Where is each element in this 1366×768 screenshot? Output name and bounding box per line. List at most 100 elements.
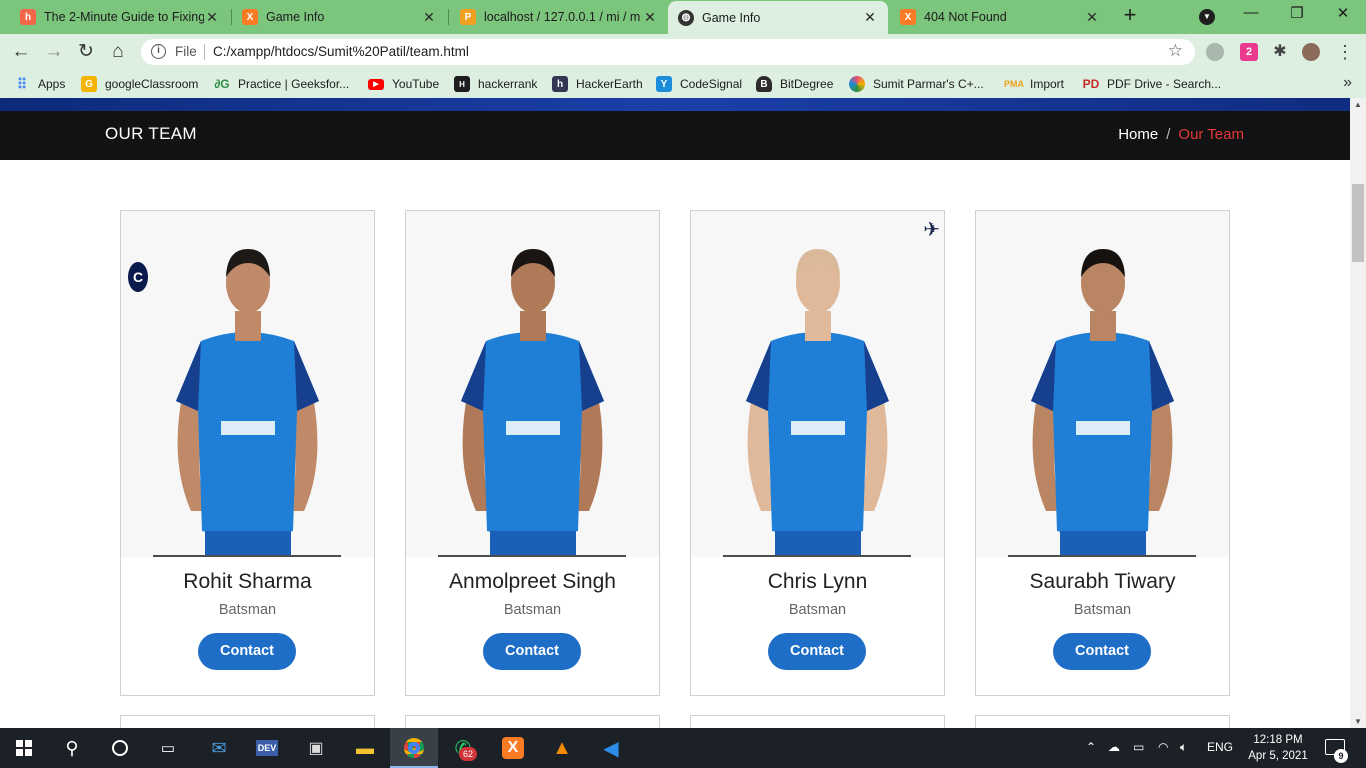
scroll-thumb[interactable]: [1352, 184, 1364, 262]
page-viewport: OUR TEAM Home / Our Team C Rohit Sharma Ba…: [0, 98, 1350, 728]
bookmark-pdf-drive[interactable]: PD PDF Drive - Search...: [1083, 75, 1221, 93]
scroll-up-arrow-icon[interactable]: ▲: [1354, 100, 1362, 109]
tab-title: Game Info: [266, 10, 325, 24]
tab-title: Game Info: [702, 10, 761, 25]
task-view-icon[interactable]: ▭: [154, 734, 182, 762]
bookmark-import[interactable]: PMA Import: [1004, 75, 1065, 93]
bookmark-sumit-parmar[interactable]: Sumit Parmar's C+...: [849, 75, 984, 93]
bookmarks-overflow-chevron-icon[interactable]: »: [1343, 74, 1352, 92]
xampp-icon[interactable]: X: [499, 734, 527, 762]
forward-button[interactable]: →: [42, 41, 66, 63]
scroll-down-arrow-icon[interactable]: ▼: [1354, 717, 1362, 726]
globe-icon: ◍: [678, 9, 694, 26]
player-name: Anmolpreet Singh: [449, 570, 616, 593]
close-tab-icon[interactable]: ✕: [421, 9, 437, 26]
extension-badge-icon[interactable]: 2: [1240, 43, 1258, 61]
team-card-anmolpreet-singh: Anmolpreet Singh Batsman Contact: [405, 210, 660, 696]
contact-button[interactable]: Contact: [198, 633, 296, 670]
browser-tab-1[interactable]: h The 2-Minute Guide to Fixing ✕: [10, 2, 230, 32]
file-explorer-icon[interactable]: ▬: [351, 734, 379, 762]
bookmark-bitdegree[interactable]: B BitDegree: [756, 75, 833, 93]
contact-button[interactable]: Contact: [1053, 633, 1151, 670]
browser-tab-3[interactable]: P localhost / 127.0.0.1 / mi / m ✕: [450, 2, 668, 32]
close-tab-icon[interactable]: ✕: [1084, 9, 1100, 26]
home-button[interactable]: ⌂: [106, 41, 130, 63]
browser-tab-5[interactable]: X 404 Not Found ✕: [890, 2, 1110, 32]
xampp-icon: X: [900, 9, 916, 25]
bookmark-geeksforgeeks[interactable]: ∂G Practice | Geeksfor...: [214, 75, 349, 93]
extension-globe-icon[interactable]: [1206, 43, 1224, 61]
classroom-icon: G: [81, 76, 97, 92]
store-bag-icon[interactable]: ▣: [302, 734, 330, 762]
clock-date: Apr 5, 2021: [1248, 750, 1308, 762]
player-role: Batsman: [788, 602, 847, 618]
navbar-bottom-strip: [0, 98, 1350, 111]
bookmark-label: YouTube: [392, 77, 440, 91]
player-name: Rohit Sharma: [183, 570, 312, 593]
language-indicator[interactable]: ENG: [1207, 740, 1233, 754]
breadcrumb-home-link[interactable]: Home: [1118, 126, 1158, 143]
windows-taskbar: ⚲ ▭ ✉ DEV ▣ ▬ ✆ 62 X ▲ ◀ ⌃ ☁ ▭ ◠ 🔈︎ ENG …: [0, 728, 1366, 768]
contact-button[interactable]: Contact: [768, 633, 866, 670]
cortana-circle-icon[interactable]: [106, 734, 134, 762]
page-scrollbar[interactable]: ▲ ▼: [1350, 98, 1366, 728]
tray-chevron-up-icon[interactable]: ⌃: [1086, 740, 1096, 754]
bookmark-apps[interactable]: ⠿ Apps: [14, 75, 66, 93]
bookmark-label: hackerrank: [478, 77, 538, 91]
system-clock[interactable]: 12:18 PM Apr 5, 2021: [1243, 732, 1313, 764]
phpmyadmin-icon: P: [460, 9, 476, 25]
url-text[interactable]: C:/xampp/htdocs/Sumit%20Patil/team.html: [213, 44, 469, 59]
address-bar[interactable]: i File C:/xampp/htdocs/Sumit%20Patil/tea…: [141, 39, 1195, 65]
chrome-icon[interactable]: [400, 734, 428, 762]
battery-icon[interactable]: ▭: [1133, 740, 1144, 754]
info-icon[interactable]: i: [151, 44, 166, 59]
browser-tab-2[interactable]: X Game Info ✕: [232, 2, 447, 32]
new-tab-button[interactable]: +: [1119, 4, 1141, 27]
vlc-cone-icon[interactable]: ▲: [548, 734, 576, 762]
bookmark-youtube[interactable]: ▶ YouTube: [368, 75, 439, 93]
back-button[interactable]: ←: [9, 41, 33, 63]
close-window-button[interactable]: ✕: [1328, 4, 1358, 28]
bookmark-label: BitDegree: [780, 77, 834, 91]
minimize-button[interactable]: —: [1236, 4, 1266, 28]
vscode-icon[interactable]: ◀: [597, 734, 625, 762]
wifi-icon[interactable]: ◠: [1158, 740, 1168, 754]
bookmark-hackerearth[interactable]: h HackerEarth: [552, 75, 643, 93]
windows-start-icon[interactable]: [10, 734, 38, 762]
profile-avatar[interactable]: [1302, 43, 1320, 61]
search-icon[interactable]: ⚲: [58, 734, 86, 762]
bookmark-label: Import: [1030, 77, 1065, 91]
player-role: Batsman: [218, 602, 277, 618]
player-name: Saurabh Tiwary: [1029, 570, 1176, 593]
bookmark-hackerrank[interactable]: Hhackerrank: [454, 75, 537, 93]
reload-button[interactable]: ↻: [74, 41, 98, 63]
whatsapp-unread-badge: 62: [459, 747, 477, 761]
extensions-puzzle-icon[interactable]: ✱: [1271, 43, 1289, 61]
player-sponsor-logo: [1076, 421, 1130, 435]
photo-divider: [1008, 555, 1196, 557]
browser-tab-4-active[interactable]: ◍ Game Info ✕: [668, 1, 888, 34]
restore-button[interactable]: ❐: [1282, 4, 1312, 28]
contact-button[interactable]: Contact: [483, 633, 581, 670]
player-photo: [406, 211, 659, 557]
bookmark-star-icon[interactable]: ☆: [1168, 41, 1183, 61]
bookmark-codesignal[interactable]: Y CodeSignal: [656, 75, 742, 93]
codesignal-icon: Y: [656, 76, 672, 92]
chevron-down-icon[interactable]: ▼: [1199, 9, 1215, 25]
tab-title: 404 Not Found: [924, 10, 1007, 24]
volume-icon[interactable]: 🔈︎: [1180, 740, 1187, 755]
divider: [204, 44, 205, 60]
close-tab-icon[interactable]: ✕: [862, 9, 878, 26]
close-tab-icon[interactable]: ✕: [204, 9, 220, 26]
mail-icon[interactable]: ✉: [205, 734, 233, 762]
bookmark-classroom[interactable]: GgoogleClassroom: [81, 75, 198, 93]
dev-cpp-icon[interactable]: DEV: [253, 734, 281, 762]
youtube-icon: ▶: [368, 78, 384, 90]
bookmarks-bar: ⠿ Apps GgoogleClassroom ∂G Practice | Geek…: [0, 70, 1366, 98]
player-shorts: [1060, 531, 1146, 557]
player-neck: [520, 311, 546, 341]
onedrive-cloud-icon[interactable]: ☁: [1108, 740, 1120, 754]
bitdegree-icon: B: [756, 76, 772, 92]
kebab-menu-icon[interactable]: ⋮: [1336, 43, 1354, 61]
close-tab-icon[interactable]: ✕: [642, 9, 658, 26]
